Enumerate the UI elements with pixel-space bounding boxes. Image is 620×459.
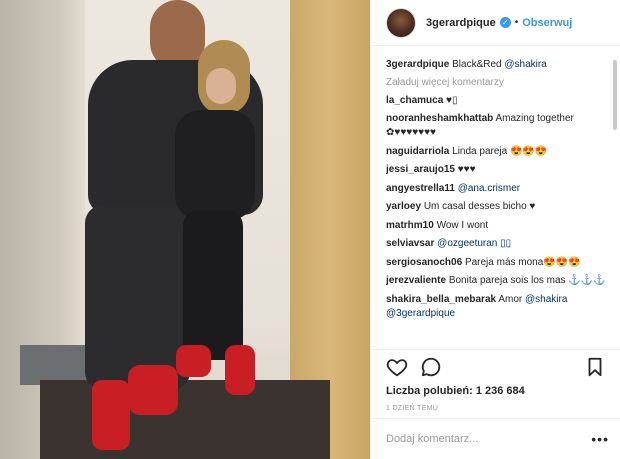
comment-item: selviavsar @ozgeeturan ▯▯ [386, 237, 611, 251]
comment-item: angyestrella11 @ana.crismer [386, 182, 611, 196]
comment-username[interactable]: yarloey [386, 201, 421, 212]
photo-figure-man-legs [85, 205, 190, 390]
comment-username[interactable]: naguidarriola [386, 146, 449, 157]
comment-username[interactable]: la_chamuca [386, 95, 443, 106]
photo-figure-man-shoe-left [92, 380, 130, 450]
comment-item: yarloey Um casal desses bicho ♥ [386, 200, 611, 214]
comments-scrollbar-thumb[interactable] [613, 60, 617, 130]
post-side-panel: 3gerardpique ✓ • Obserwuj 3gerardpique B… [370, 0, 620, 459]
header-dot-separator: • [514, 17, 519, 28]
comments-list[interactable]: 3gerardpique Black&Red @shakira Załaduj … [386, 58, 611, 348]
comment-item: shakira_bella_mebarak Amor @shakira @3ge… [386, 293, 611, 321]
photo-figure-woman-body [175, 110, 255, 220]
comments-scrollbar[interactable] [612, 58, 618, 348]
post-actions: Liczba polubień: 1 236 684 1 DZIEŃ TEMU [371, 349, 620, 412]
photo-figure-man-shoe-right [128, 365, 178, 415]
comment-item: jerezvaliente Bonita pareja sois los mas… [386, 274, 611, 288]
add-comment-input[interactable] [386, 433, 592, 445]
comment-item: naguidarriola Linda pareja 😍😍😍 [386, 145, 611, 159]
comment-text: Amor [498, 293, 523, 305]
photo-step [20, 345, 90, 385]
comment-text: Bonita pareja sois los mas ⚓⚓⚓ [448, 275, 606, 286]
header-username[interactable]: 3gerardpique [426, 17, 496, 29]
comment-mention[interactable]: @ozgeeturan ▯▯ [437, 238, 511, 249]
post-header: 3gerardpique ✓ • Obserwuj [371, 0, 620, 46]
comment-item: la_chamuca ♥▯ [386, 94, 611, 108]
comment-items: la_chamuca ♥▯ nooranheshamkhattab Amazing… [386, 94, 611, 321]
photo-figure-woman-shoe-left [176, 345, 211, 377]
comment-username[interactable]: jerezvaliente [386, 275, 446, 286]
caption: 3gerardpique Black&Red @shakira [386, 58, 611, 72]
action-icons [386, 356, 606, 378]
comment-item: jessi_araujo15 ♥♥♥ [386, 163, 611, 177]
comment-text: ♥▯ [446, 94, 458, 106]
load-more-comments-link[interactable]: Załaduj więcej komentarzy [386, 77, 611, 88]
comment-mention[interactable]: @ana.crismer [458, 183, 520, 194]
bookmark-icon[interactable] [584, 356, 606, 378]
caption-mention[interactable]: @shakira [504, 59, 546, 70]
comment-item: matrhm10 Wow I wont [386, 219, 611, 233]
comment-text: Wow I wont [436, 219, 489, 231]
comment-username[interactable]: angyestrella11 [386, 183, 455, 194]
add-comment-bar: ••• [371, 418, 620, 459]
caption-username[interactable]: 3gerardpique [386, 59, 449, 70]
follow-button[interactable]: Obserwuj [522, 17, 572, 29]
photo-figure-woman-legs [183, 210, 243, 360]
comment-username[interactable]: shakira_bella_mebarak [386, 294, 496, 305]
comment-username[interactable]: jessi_araujo15 [386, 164, 455, 175]
comment-username[interactable]: selviavsar [386, 238, 434, 249]
comment-text: Pareja más mona😍😍😍 [464, 256, 581, 268]
comment-icon[interactable] [420, 356, 442, 378]
heart-icon[interactable] [386, 356, 408, 378]
likes-count[interactable]: Liczba polubień: 1 236 684 [386, 385, 606, 397]
comment-item: sergiosanoch06 Pareja más mona😍😍😍 [386, 256, 611, 270]
comment-username[interactable]: matrhm10 [386, 220, 434, 231]
verified-icon: ✓ [499, 17, 511, 28]
photo-figure-woman-shoe-right [225, 345, 255, 395]
more-options-icon[interactable]: ••• [591, 431, 609, 447]
comment-text: Linda pareja 😍😍😍 [452, 145, 548, 157]
comment-text: ♥♥♥ [457, 164, 476, 175]
comment-username[interactable]: nooranheshamkhattab [386, 113, 493, 124]
comment-text: Um casal desses bicho ♥ [423, 201, 536, 212]
caption-text: Black&Red [452, 59, 502, 70]
post-timestamp: 1 DZIEŃ TEMU [386, 405, 439, 412]
comment-username[interactable]: sergiosanoch06 [386, 257, 462, 268]
photo-floor [40, 380, 330, 459]
photo-figure-woman-face [206, 68, 236, 104]
post-photo[interactable] [0, 0, 370, 459]
avatar[interactable] [386, 7, 416, 38]
comment-item: nooranheshamkhattab Amazing together ✿♥♥… [386, 112, 611, 140]
